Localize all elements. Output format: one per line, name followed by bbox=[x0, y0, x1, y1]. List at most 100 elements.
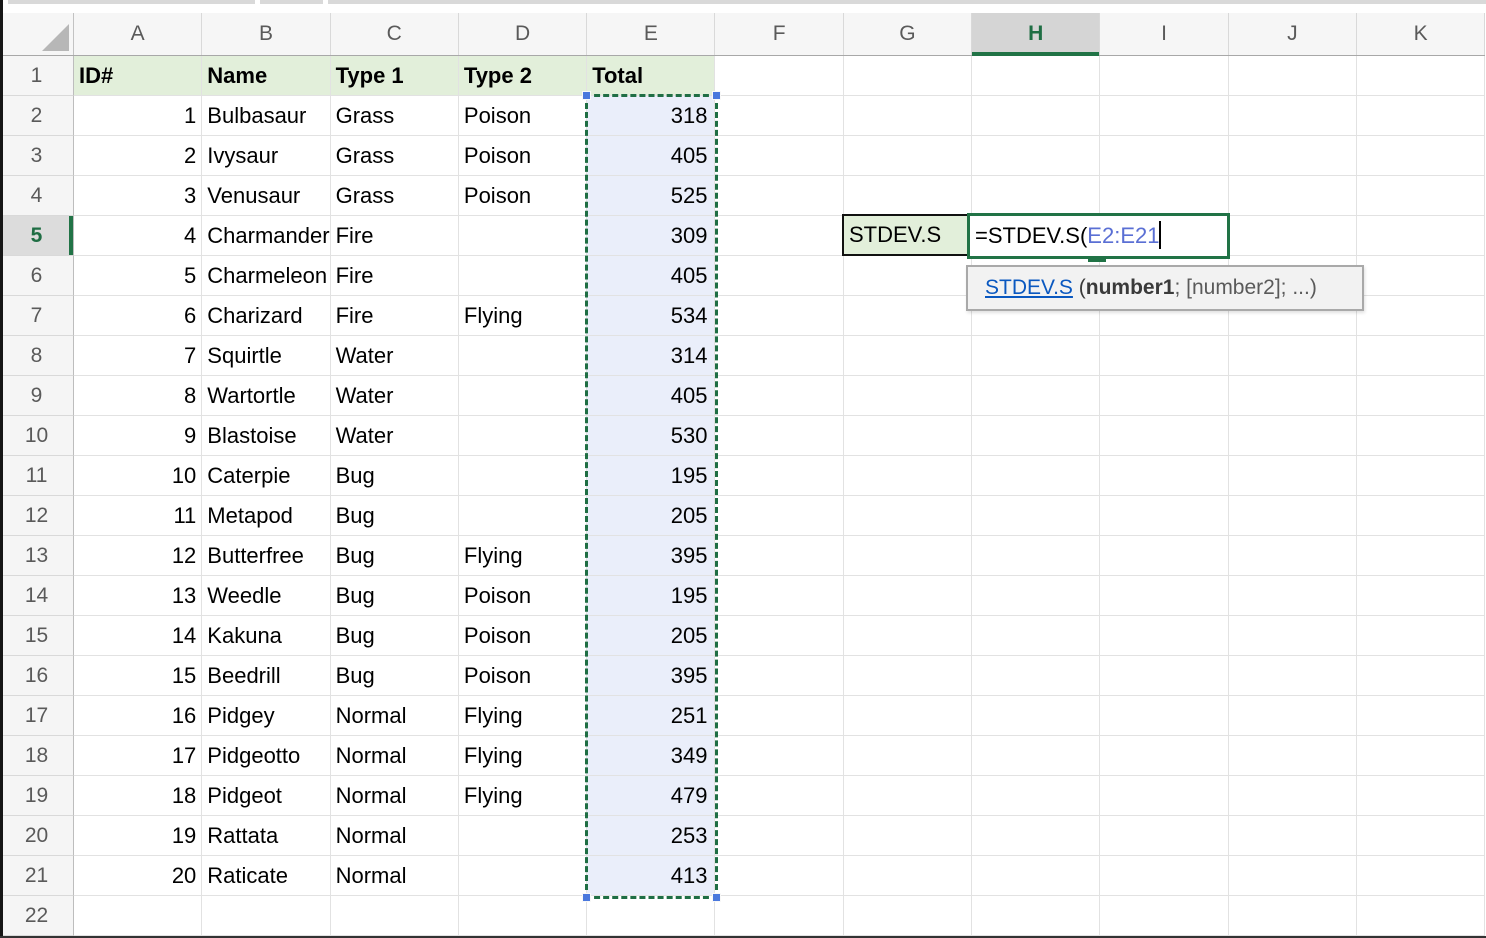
column-header-F[interactable]: F bbox=[715, 13, 843, 55]
cell-G17[interactable] bbox=[844, 696, 972, 736]
cell-H21[interactable] bbox=[972, 856, 1100, 896]
cell-F20[interactable] bbox=[715, 816, 843, 856]
cell-F18[interactable] bbox=[715, 736, 843, 776]
cell-K18[interactable] bbox=[1357, 736, 1485, 776]
cell-I22[interactable] bbox=[1100, 896, 1228, 936]
row-header-12[interactable]: 12 bbox=[0, 496, 74, 536]
cell-J8[interactable] bbox=[1229, 336, 1357, 376]
cell-F9[interactable] bbox=[715, 376, 843, 416]
cell-H16[interactable] bbox=[972, 656, 1100, 696]
cell-K19[interactable] bbox=[1357, 776, 1485, 816]
cell-J5[interactable] bbox=[1229, 216, 1357, 256]
cell-C5[interactable]: Fire bbox=[331, 216, 459, 256]
cell-B7[interactable]: Charizard bbox=[202, 296, 330, 336]
cell-G20[interactable] bbox=[844, 816, 972, 856]
cell-K5[interactable] bbox=[1357, 216, 1485, 256]
cell-J21[interactable] bbox=[1229, 856, 1357, 896]
cell-J4[interactable] bbox=[1229, 176, 1357, 216]
cell-D16[interactable]: Poison bbox=[459, 656, 587, 696]
cell-G5-label[interactable]: STDEV.S bbox=[842, 214, 973, 256]
select-all-corner[interactable] bbox=[0, 13, 74, 55]
cell-C10[interactable]: Water bbox=[331, 416, 459, 456]
cell-B17[interactable]: Pidgey bbox=[202, 696, 330, 736]
cell-I17[interactable] bbox=[1100, 696, 1228, 736]
cell-D5[interactable] bbox=[459, 216, 587, 256]
cell-H4[interactable] bbox=[972, 176, 1100, 216]
formula-input[interactable]: =STDEV.S(E2:E21 bbox=[967, 213, 1230, 259]
cell-C15[interactable]: Bug bbox=[331, 616, 459, 656]
row-header-8[interactable]: 8 bbox=[0, 336, 74, 376]
cell-F2[interactable] bbox=[715, 96, 843, 136]
cell-K14[interactable] bbox=[1357, 576, 1485, 616]
cell-G4[interactable] bbox=[844, 176, 972, 216]
row-header-7[interactable]: 7 bbox=[0, 296, 74, 336]
cell-A9[interactable]: 8 bbox=[74, 376, 202, 416]
cell-B21[interactable]: Raticate bbox=[202, 856, 330, 896]
cell-J17[interactable] bbox=[1229, 696, 1357, 736]
cell-B22[interactable] bbox=[202, 896, 330, 936]
cell-B10[interactable]: Blastoise bbox=[202, 416, 330, 456]
cell-D9[interactable] bbox=[459, 376, 587, 416]
row-header-9[interactable]: 9 bbox=[0, 376, 74, 416]
column-header-K[interactable]: K bbox=[1357, 13, 1485, 55]
cell-I4[interactable] bbox=[1100, 176, 1228, 216]
cell-I8[interactable] bbox=[1100, 336, 1228, 376]
cell-C9[interactable]: Water bbox=[331, 376, 459, 416]
selection-handle-bottom-left[interactable] bbox=[582, 893, 591, 902]
cell-I19[interactable] bbox=[1100, 776, 1228, 816]
cell-D4[interactable]: Poison bbox=[459, 176, 587, 216]
cell-D1[interactable]: Type 2 bbox=[459, 56, 587, 96]
cell-F22[interactable] bbox=[715, 896, 843, 936]
cell-G13[interactable] bbox=[844, 536, 972, 576]
cell-A11[interactable]: 10 bbox=[74, 456, 202, 496]
cell-G7[interactable] bbox=[844, 296, 972, 336]
cell-F7[interactable] bbox=[715, 296, 843, 336]
cell-J20[interactable] bbox=[1229, 816, 1357, 856]
cell-G22[interactable] bbox=[844, 896, 972, 936]
cell-D17[interactable]: Flying bbox=[459, 696, 587, 736]
cell-B14[interactable]: Weedle bbox=[202, 576, 330, 616]
row-header-10[interactable]: 10 bbox=[0, 416, 74, 456]
cell-C18[interactable]: Normal bbox=[331, 736, 459, 776]
cell-B12[interactable]: Metapod bbox=[202, 496, 330, 536]
cell-G19[interactable] bbox=[844, 776, 972, 816]
cell-F1[interactable] bbox=[715, 56, 843, 96]
cell-H2[interactable] bbox=[972, 96, 1100, 136]
cell-K13[interactable] bbox=[1357, 536, 1485, 576]
cell-J10[interactable] bbox=[1229, 416, 1357, 456]
cell-E1[interactable]: Total bbox=[587, 56, 715, 96]
row-header-16[interactable]: 16 bbox=[0, 656, 74, 696]
cell-A19[interactable]: 18 bbox=[74, 776, 202, 816]
cell-A12[interactable]: 11 bbox=[74, 496, 202, 536]
cell-G6[interactable] bbox=[844, 256, 972, 296]
cell-K16[interactable] bbox=[1357, 656, 1485, 696]
cell-B1[interactable]: Name bbox=[202, 56, 330, 96]
cell-G8[interactable] bbox=[844, 336, 972, 376]
cell-C12[interactable]: Bug bbox=[331, 496, 459, 536]
cell-C7[interactable]: Fire bbox=[331, 296, 459, 336]
cell-A18[interactable]: 17 bbox=[74, 736, 202, 776]
cell-K10[interactable] bbox=[1357, 416, 1485, 456]
column-header-G[interactable]: G bbox=[844, 13, 972, 55]
cell-B4[interactable]: Venusaur bbox=[202, 176, 330, 216]
cell-A7[interactable]: 6 bbox=[74, 296, 202, 336]
cell-A2[interactable]: 1 bbox=[74, 96, 202, 136]
row-header-11[interactable]: 11 bbox=[0, 456, 74, 496]
cell-H15[interactable] bbox=[972, 616, 1100, 656]
cell-K6[interactable] bbox=[1357, 256, 1485, 296]
cell-I1[interactable] bbox=[1100, 56, 1228, 96]
cell-A8[interactable]: 7 bbox=[74, 336, 202, 376]
cell-J1[interactable] bbox=[1229, 56, 1357, 96]
cell-J15[interactable] bbox=[1229, 616, 1357, 656]
cell-F5[interactable] bbox=[715, 216, 843, 256]
cell-C6[interactable]: Fire bbox=[331, 256, 459, 296]
cell-K22[interactable] bbox=[1357, 896, 1485, 936]
cell-I3[interactable] bbox=[1100, 136, 1228, 176]
cell-B19[interactable]: Pidgeot bbox=[202, 776, 330, 816]
cell-C17[interactable]: Normal bbox=[331, 696, 459, 736]
selection-handle-top-right[interactable] bbox=[712, 91, 721, 100]
cell-A16[interactable]: 15 bbox=[74, 656, 202, 696]
cell-H10[interactable] bbox=[972, 416, 1100, 456]
cell-K2[interactable] bbox=[1357, 96, 1485, 136]
cell-B2[interactable]: Bulbasaur bbox=[202, 96, 330, 136]
